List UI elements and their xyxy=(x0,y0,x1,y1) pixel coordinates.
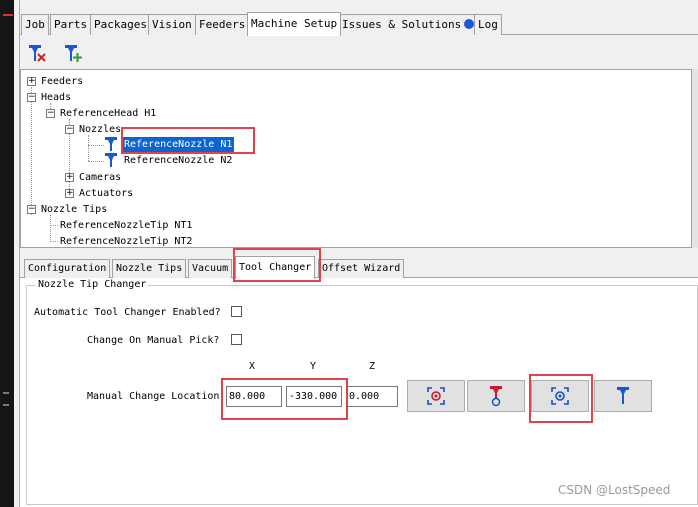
toolbar xyxy=(20,36,698,68)
tab-nozzle-tips[interactable]: Nozzle Tips xyxy=(112,259,187,278)
expand-icon[interactable]: + xyxy=(27,77,36,86)
nozzle-add-icon xyxy=(65,45,82,62)
main-panel: Job Parts Packages Vision Feeders Machin… xyxy=(20,0,698,507)
camera-capture-icon xyxy=(427,387,445,405)
tree-guide-line xyxy=(50,215,51,242)
manual-pick-label: Change On Manual Pick? xyxy=(87,335,220,346)
tree-guide-line xyxy=(50,241,58,242)
tree-guide-line xyxy=(88,145,104,146)
auto-tool-changer-label: Automatic Tool Changer Enabled? xyxy=(34,307,221,318)
tree-item-actuators[interactable]: + Actuators xyxy=(65,186,135,201)
nozzle-remove-icon xyxy=(29,45,46,62)
tree-item-heads[interactable]: − Heads xyxy=(27,90,73,105)
tab-feeders[interactable]: Feeders xyxy=(195,14,250,35)
tree-item-feeders[interactable]: + Feeders xyxy=(27,74,85,89)
capture-camera-location-button[interactable] xyxy=(407,380,465,412)
tree-guide-line xyxy=(88,135,89,161)
manual-change-location-label: Manual Change Location xyxy=(87,391,220,402)
tree-scrollbar[interactable] xyxy=(692,69,698,248)
watermark: CSDN @LostSpeed xyxy=(558,483,671,497)
tree-item-label: Actuators xyxy=(79,188,134,199)
axis-y-label: Y xyxy=(310,361,317,372)
manual-pick-checkbox[interactable] xyxy=(231,334,242,345)
tree-item-label: ReferenceNozzleTip NT1 xyxy=(60,220,193,231)
property-tab-bar: Configuration Nozzle Tips Vacuum Tool Ch… xyxy=(20,256,698,279)
tree-guide-line xyxy=(31,87,32,215)
tree-item-tip-nt2[interactable]: ReferenceNozzleTip NT2 xyxy=(58,234,194,247)
tree-item-nozzle-tips[interactable]: − Nozzle Tips xyxy=(27,202,109,217)
tree-item-reference-head[interactable]: − ReferenceHead H1 xyxy=(46,106,158,121)
move-nozzle-to-location-button[interactable] xyxy=(594,380,652,412)
tree-item-label: Heads xyxy=(41,92,72,103)
location-y-field[interactable]: -330.000 xyxy=(286,386,342,407)
tree-item-label: ReferenceNozzle N1 xyxy=(122,137,235,152)
tool-changer-panel: Nozzle Tip Changer Automatic Tool Change… xyxy=(20,278,698,507)
tab-packages[interactable]: Packages xyxy=(90,14,151,35)
top-tab-bar: Job Parts Packages Vision Feeders Machin… xyxy=(20,12,698,36)
tree-item-label: ReferenceNozzleTip NT2 xyxy=(60,236,193,247)
axis-x-label: X xyxy=(249,361,256,372)
collapse-icon[interactable]: − xyxy=(65,125,74,134)
nozzle-icon xyxy=(105,153,117,167)
nozzle-move-icon xyxy=(617,387,629,404)
location-x-field[interactable]: 80.000 xyxy=(226,386,282,407)
tree-item-nozzle-n2[interactable]: ReferenceNozzle N2 xyxy=(122,153,234,168)
tab-parts[interactable]: Parts xyxy=(50,14,92,35)
tab-log[interactable]: Log xyxy=(474,14,502,35)
tree-item-cameras[interactable]: + Cameras xyxy=(65,170,123,185)
capture-nozzle-location-button[interactable] xyxy=(467,380,525,412)
expand-icon[interactable]: + xyxy=(65,189,74,198)
tree-item-label: Feeders xyxy=(41,76,84,87)
tree-guide-line xyxy=(50,225,58,226)
group-title: Nozzle Tip Changer xyxy=(36,279,149,290)
nozzle-remove-button[interactable] xyxy=(22,38,52,68)
tree-guide-line xyxy=(88,161,104,162)
edge-mark xyxy=(3,392,9,394)
collapse-icon[interactable]: − xyxy=(27,205,36,214)
tree-item-nozzle-n1[interactable]: ReferenceNozzle N1 xyxy=(122,137,235,152)
tab-offset-wizard[interactable]: Offset Wizard xyxy=(318,259,405,278)
tree-item-tip-nt1[interactable]: ReferenceNozzleTip NT1 xyxy=(58,218,194,233)
tree-item-label: ReferenceNozzle N2 xyxy=(124,155,233,166)
edge-mark xyxy=(3,14,13,16)
nozzle-add-button[interactable] xyxy=(58,38,88,68)
tree-item-nozzles[interactable]: − Nozzles xyxy=(65,122,123,137)
tree-item-label: Nozzle Tips xyxy=(41,204,108,215)
tab-issues-solutions[interactable]: Issues & Solutions xyxy=(338,14,479,35)
nozzle-capture-icon xyxy=(490,386,502,407)
tab-machine-setup[interactable]: Machine Setup xyxy=(247,12,342,36)
tree-item-label: Nozzles xyxy=(79,124,122,135)
tab-vacuum[interactable]: Vacuum xyxy=(188,259,233,278)
auto-tool-changer-checkbox[interactable] xyxy=(231,306,242,317)
tab-job[interactable]: Job xyxy=(21,14,49,35)
axis-z-label: Z xyxy=(369,361,376,372)
camera-move-icon xyxy=(551,387,569,405)
edge-mark xyxy=(3,404,9,406)
tree-item-label: ReferenceHead H1 xyxy=(60,108,157,119)
machine-tree[interactable]: + Feeders − Heads − ReferenceHead H1 − N… xyxy=(20,69,692,248)
tree-item-label: Cameras xyxy=(79,172,122,183)
collapse-icon[interactable]: − xyxy=(46,109,55,118)
collapse-icon[interactable]: − xyxy=(27,93,36,102)
move-camera-to-location-button[interactable] xyxy=(531,380,589,412)
expand-icon[interactable]: + xyxy=(65,173,74,182)
location-z-field[interactable]: 0.000 xyxy=(346,386,398,407)
tab-vision[interactable]: Vision xyxy=(148,14,196,35)
tab-configuration[interactable]: Configuration xyxy=(24,259,111,278)
tab-tool-changer[interactable]: Tool Changer xyxy=(235,256,316,279)
tab-issues-label: Issues & Solutions xyxy=(342,18,462,31)
nozzle-icon xyxy=(105,137,117,151)
status-dot-icon xyxy=(464,19,475,29)
